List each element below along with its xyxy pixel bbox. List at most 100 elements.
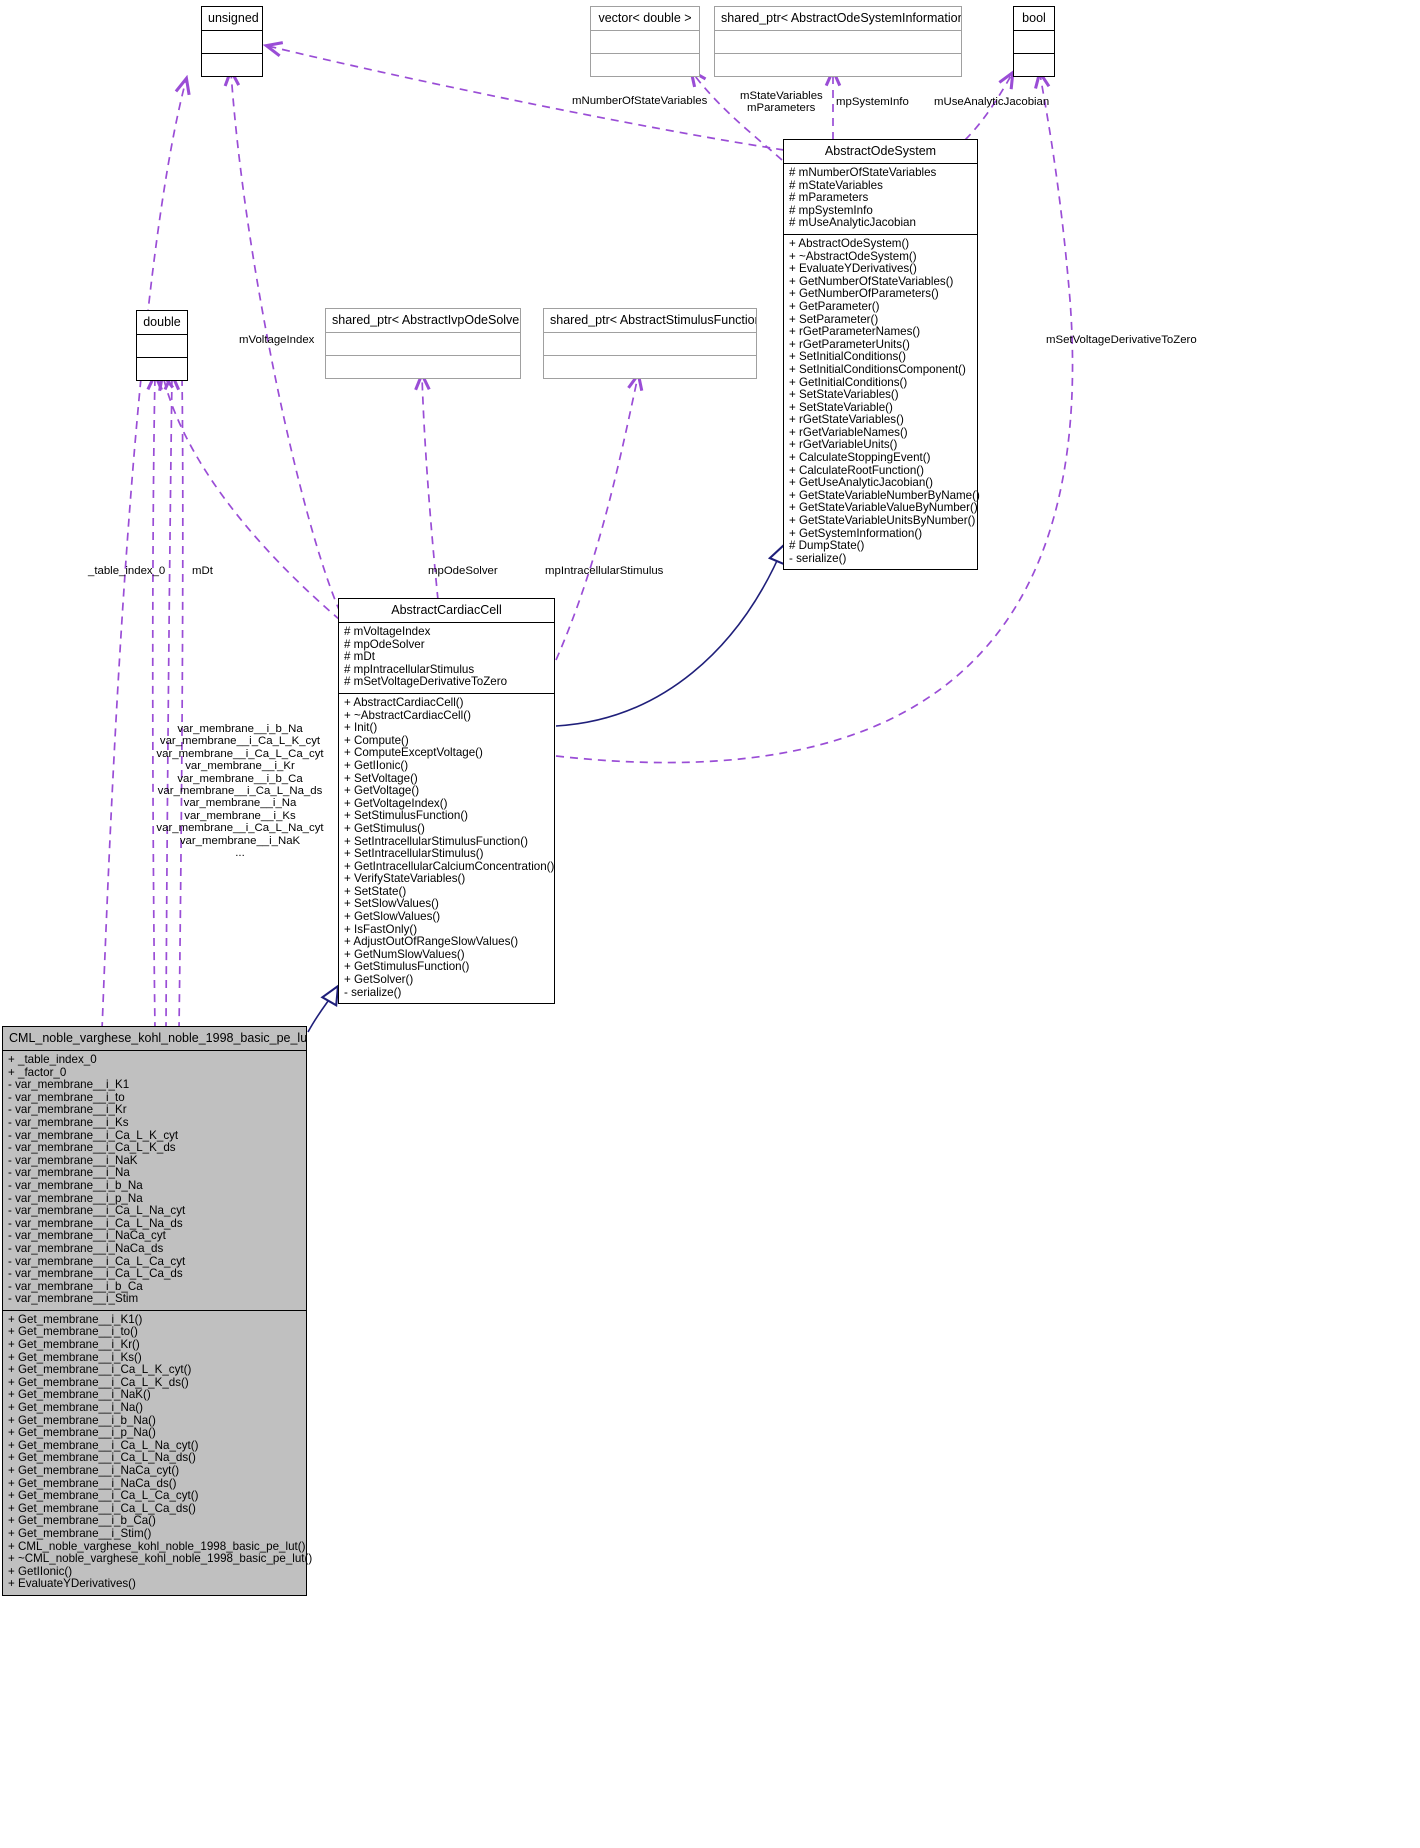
node-abstractodesystem-methods: + AbstractOdeSystem() + ~AbstractOdeSyste… [784, 235, 980, 569]
edge-label-line: var_membrane__i_Ca_L_K_cyt [159, 735, 321, 748]
member-row: - var_membrane__i_Ca_L_Na_cyt [8, 1204, 186, 1218]
member-row: - var_membrane__i_Ca_L_Ca_ds [8, 1267, 183, 1281]
member-row: + Get_membrane__i_NaCa_cyt() [8, 1464, 180, 1477]
node-bool-attributes [1019, 34, 1049, 49]
member-row: + SetIntracellularStimulus() [344, 847, 484, 861]
node-vector-double-methods [596, 57, 694, 72]
member-row: + Get_membrane__i_Stim() [8, 1526, 152, 1540]
member-row: + rGetStateVariables() [789, 413, 904, 427]
edge-double-var-membrane-1 [153, 376, 155, 1031]
edge-label-line: var_membrane__i_NaK [179, 834, 301, 847]
member-row: # mVoltageIndex [344, 625, 431, 638]
member-row: + GetIIonic() [344, 758, 409, 772]
node-vector-double-attributes [596, 34, 694, 49]
edge-label-line: var_membrane__i_b_Na [177, 723, 303, 735]
member-row: - var_membrane__i_Stim [8, 1292, 139, 1306]
edge-label-line: var_membrane__i_Ca_L_Na_cyt [156, 822, 324, 835]
edge-label-line: var_membrane__i_Kr [185, 760, 295, 773]
edge-label-line: var_membrane__i_Na [183, 797, 297, 810]
node-vector-double-title: vector< double > [591, 7, 699, 31]
uml-diagram-canvas: unsigned vector< double > shared_ptr< Ab… [0, 0, 1420, 1848]
edge-label-var-membrane-list: var_membrane__i_b_Na var_membrane__i_Ca_L… [150, 723, 330, 859]
member-row: - var_membrane__i_NaCa_ds [8, 1241, 164, 1255]
member-row: - var_membrane__i_b_Na [8, 1178, 143, 1192]
node-abstractodesystem-attributes: # mNumberOfStateVariables # mStateVariabl… [784, 164, 977, 235]
member-row: + EvaluateYDerivatives() [789, 262, 917, 276]
edge-label-voltage-index: mVoltageIndex [239, 334, 315, 346]
node-shared-ptr-ivpodesolver[interactable]: shared_ptr< AbstractIvpOdeSolver > [325, 308, 521, 379]
edge-label-use-analytic-jacobian: mUseAnalyticJacobian [934, 96, 1050, 108]
node-cml-noble-varghese-kohl-noble-1998-basic-pe-lut[interactable]: CML_noble_varghese_kohl_noble_1998_basic… [2, 1026, 313, 1596]
member-row: - var_membrane__i_K1 [8, 1078, 130, 1092]
edge-label-ode-solver: mpOdeSolver [428, 565, 498, 577]
node-abstractodesystem[interactable]: AbstractOdeSystem # mNumberOfStateVariab… [783, 139, 980, 571]
node-unsigned-title: unsigned [202, 7, 262, 31]
member-row: + SetStateVariables() [789, 388, 899, 402]
member-row: + Get_membrane__i_Kr() [8, 1338, 140, 1352]
node-double-attributes [142, 338, 182, 353]
node-double-title: double [137, 311, 187, 335]
edge-double-var-membrane-3 [178, 375, 184, 1031]
member-row: # mSetVoltageDerivativeToZero [344, 675, 508, 689]
member-row: + Get_membrane__i_Na() [8, 1401, 144, 1415]
member-row: + GetVoltage() [344, 784, 420, 798]
node-bool[interactable]: bool [1013, 6, 1055, 77]
edge-label-number-of-state-variables: mNumberOfStateVariables [572, 95, 708, 107]
node-shared-ptr-stimulusfunction-methods [549, 359, 751, 374]
edge-stimulus-intracellular-stimulus [555, 376, 638, 661]
node-double[interactable]: double [136, 310, 188, 381]
node-bool-title: bool [1014, 7, 1054, 31]
node-shared-ptr-odesysteminformation-attributes [720, 34, 956, 49]
node-unsigned-methods [207, 57, 257, 72]
member-row: + AdjustOutOfRangeSlowValues() [344, 935, 519, 949]
node-abstractcardiaccell[interactable]: AbstractCardiacCell # mVoltageIndex # mpO… [338, 598, 555, 1005]
member-row: + Get_membrane__i_p_Na() [8, 1426, 156, 1440]
member-row: # DumpState() [789, 539, 865, 553]
edge-label-line: var_membrane__i_Ks [184, 809, 296, 822]
edge-double-var-membrane-2 [166, 376, 172, 1031]
edge-inherit-cml-cardiaccell [307, 983, 340, 1033]
member-row: # mParameters [789, 191, 869, 205]
node-cml-attributes: + _table_index_0 + _factor_0- var_membran… [3, 1051, 306, 1311]
member-row: + GetSolver() [344, 973, 414, 987]
member-row: + Get_membrane__i_Ca_L_K_cyt() [8, 1363, 192, 1377]
member-row: + GetParameter() [789, 299, 880, 313]
node-double-methods [142, 361, 182, 376]
edge-unsigned-table-index-0 [101, 80, 186, 1031]
member-row: + Init() [344, 721, 378, 735]
member-row: # mDt [344, 650, 375, 664]
node-shared-ptr-ivpodesolver-methods [331, 359, 515, 374]
edge-label-line: var_membrane__i_Ca_L_Ca_cyt [156, 747, 324, 760]
edge-double-dt [163, 376, 341, 621]
member-row: - serialize() [344, 985, 402, 999]
node-shared-ptr-stimulusfunction-title: shared_ptr< AbstractStimulusFunction > [544, 309, 756, 333]
member-row: + AbstractCardiacCell() [344, 695, 464, 709]
node-unsigned[interactable]: unsigned [201, 6, 263, 77]
member-row: # mUseAnalyticJacobian [789, 216, 916, 230]
edge-label-line: var_membrane__i_b_Ca [177, 772, 303, 785]
node-shared-ptr-odesysteminformation[interactable]: shared_ptr< AbstractOdeSystemInformation… [714, 6, 962, 77]
member-row: - var_membrane__i_Ks [8, 1115, 129, 1129]
member-row: + Get_membrane__i_Ca_L_Ca_cyt() [8, 1489, 199, 1503]
member-row: - serialize() [789, 551, 847, 565]
member-row: # mNumberOfStateVariables [789, 166, 937, 179]
node-abstractodesystem-title: AbstractOdeSystem [784, 140, 977, 164]
member-row: + SetInitialConditionsComponent() [789, 362, 966, 376]
member-row: + CalculateStoppingEvent() [789, 451, 931, 465]
node-shared-ptr-stimulusfunction[interactable]: shared_ptr< AbstractStimulusFunction > [543, 308, 757, 379]
member-row: + ~CML_noble_varghese_kohl_noble_1998_ba… [8, 1552, 313, 1566]
member-row: + GetStateVariableUnitsByNumber() [789, 514, 976, 528]
node-shared-ptr-ivpodesolver-title: shared_ptr< AbstractIvpOdeSolver > [326, 309, 520, 333]
member-row: + EvaluateYDerivatives() [8, 1577, 136, 1591]
edge-label-set-voltage-derivative-to-zero: mSetVoltageDerivativeToZero [1046, 334, 1197, 346]
node-shared-ptr-odesysteminformation-title: shared_ptr< AbstractOdeSystemInformation… [715, 7, 961, 31]
edge-label-line: ... [235, 847, 245, 860]
edge-label-system-info: mpSystemInfo [836, 96, 909, 108]
edge-label-intracellular-stimulus: mpIntracellularStimulus [545, 565, 664, 577]
node-vector-double[interactable]: vector< double > [590, 6, 700, 77]
node-shared-ptr-ivpodesolver-attributes [331, 336, 515, 351]
edge-label-table-index-0: _table_index_0 [88, 565, 166, 577]
node-cml-methods: + Get_membrane__i_K1() + Get_membrane__i_… [3, 1311, 313, 1595]
member-row: + GetStimulus() [344, 821, 425, 835]
member-row: - var_membrane__i_Ca_L_K_ds [8, 1141, 176, 1155]
